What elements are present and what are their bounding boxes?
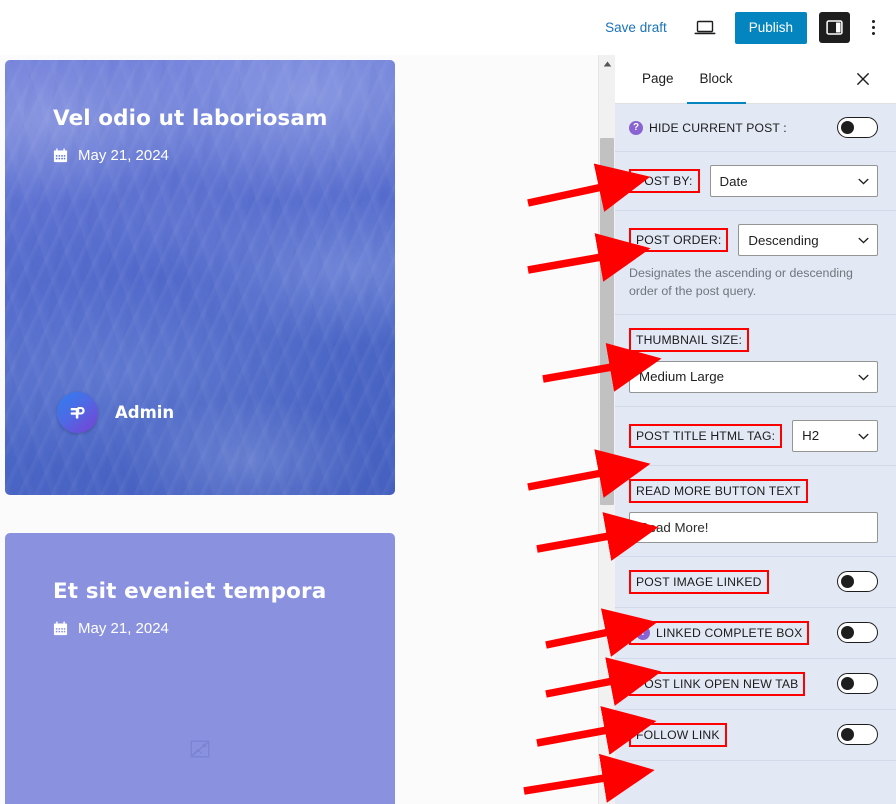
post-order-help-text: Designates the ascending or descending o… bbox=[629, 266, 853, 298]
setting-label: HIDE CURRENT POST : bbox=[649, 120, 787, 135]
setting-label: READ MORE BUTTON TEXT bbox=[636, 483, 801, 498]
block-settings-panel: Page Block ? HIDE CURRENT POST : POST BY… bbox=[615, 55, 896, 804]
calendar-icon bbox=[53, 621, 68, 636]
setting-post-link-open-new-tab: POST LINK OPEN NEW TAB bbox=[615, 659, 896, 710]
setting-label: LINKED COMPLETE BOX bbox=[656, 625, 803, 640]
setting-post-order: POST ORDER: Descending Designates the as… bbox=[615, 211, 896, 315]
post-card-content: Vel odio ut laboriosam May 21, 2024 bbox=[5, 60, 395, 164]
setting-label: POST TITLE HTML TAG: bbox=[636, 428, 776, 443]
editor-screen: Save draft Publish Vel odio ut laboriosa bbox=[0, 0, 896, 804]
post-order-select[interactable]: Descending bbox=[738, 224, 878, 256]
panel-settings-list: ? HIDE CURRENT POST : POST BY: Date POST… bbox=[615, 104, 896, 761]
post-image-linked-label-highlight: POST IMAGE LINKED bbox=[629, 569, 769, 594]
help-question-icon[interactable]: ? bbox=[629, 120, 643, 135]
setting-label: POST ORDER: bbox=[636, 233, 722, 247]
post-image-linked-toggle[interactable] bbox=[837, 571, 878, 593]
linked-complete-box-toggle[interactable] bbox=[837, 622, 878, 644]
post-order-label-highlight: POST ORDER: bbox=[629, 228, 729, 252]
setting-post-title-html-tag: POST TITLE HTML TAG: H2 bbox=[615, 407, 896, 466]
hide-current-post-toggle[interactable] bbox=[837, 117, 878, 138]
setting-read-more-button-text: READ MORE BUTTON TEXT bbox=[615, 466, 896, 557]
profile-press-logo-icon bbox=[57, 392, 98, 433]
post-author: Admin bbox=[57, 392, 174, 433]
post-by-select[interactable]: Date bbox=[709, 165, 878, 197]
scrollbar-thumb[interactable] bbox=[600, 138, 614, 505]
broken-image-icon bbox=[189, 738, 211, 765]
post-by-label-highlight: POST BY: bbox=[629, 169, 700, 193]
thumbnail-size-label-highlight: THUMBNAIL SIZE: bbox=[629, 327, 750, 352]
save-draft-button[interactable]: Save draft bbox=[605, 20, 667, 35]
follow-link-label-highlight: FOLLOW LINK bbox=[629, 722, 727, 747]
post-date: May 21, 2024 bbox=[53, 620, 395, 637]
setting-thumbnail-size: THUMBNAIL SIZE: Medium Large bbox=[615, 315, 896, 407]
post-author-name: Admin bbox=[115, 403, 175, 422]
setting-label: POST BY: bbox=[636, 174, 693, 188]
panel-tab-bar: Page Block bbox=[615, 55, 896, 104]
post-title-html-tag-select-wrap: H2 bbox=[792, 419, 878, 452]
post-card-content: Et sit eveniet tempora May 21, 2024 bbox=[5, 533, 395, 637]
post-link-open-new-tab-label-highlight: POST LINK OPEN NEW TAB bbox=[629, 671, 806, 696]
setting-label: POST LINK OPEN NEW TAB bbox=[636, 676, 799, 691]
settings-sidebar-icon[interactable] bbox=[819, 12, 850, 43]
editor-top-bar: Save draft Publish bbox=[0, 0, 896, 55]
setting-label: POST IMAGE LINKED bbox=[636, 574, 762, 589]
calendar-icon bbox=[53, 148, 68, 163]
post-title[interactable]: Et sit eveniet tempora bbox=[53, 579, 395, 604]
post-order-select-wrap: Descending bbox=[738, 224, 878, 256]
post-by-select-wrap: Date bbox=[709, 165, 878, 197]
post-date-text: May 21, 2024 bbox=[78, 147, 169, 164]
setting-label: FOLLOW LINK bbox=[636, 727, 720, 742]
publish-button[interactable]: Publish bbox=[734, 11, 807, 44]
post-date-text: May 21, 2024 bbox=[78, 620, 169, 637]
setting-hide-current-post: ? HIDE CURRENT POST : bbox=[615, 104, 896, 152]
linked-complete-box-label-highlight: ? LINKED COMPLETE BOX bbox=[629, 620, 810, 645]
follow-link-toggle[interactable] bbox=[837, 724, 878, 746]
read-more-button-text-input[interactable] bbox=[629, 511, 878, 543]
editor-canvas: Vel odio ut laboriosam May 21, 2024 Admi… bbox=[0, 55, 598, 804]
setting-linked-complete-box: ? LINKED COMPLETE BOX bbox=[615, 608, 896, 659]
hide-current-post-label-group: ? HIDE CURRENT POST : bbox=[629, 120, 787, 135]
laptop-preview-icon[interactable] bbox=[689, 12, 721, 44]
post-card-featured[interactable]: Vel odio ut laboriosam May 21, 2024 Admi… bbox=[5, 60, 395, 495]
post-title[interactable]: Vel odio ut laboriosam bbox=[53, 106, 395, 131]
post-title-html-tag-label-highlight: POST TITLE HTML TAG: bbox=[629, 423, 783, 448]
post-date: May 21, 2024 bbox=[53, 147, 395, 164]
help-question-icon[interactable]: ? bbox=[636, 625, 650, 640]
scroll-up-arrow-icon[interactable] bbox=[599, 55, 615, 72]
post-card-no-image[interactable]: Et sit eveniet tempora May 21, 2024 bbox=[5, 533, 395, 804]
thumbnail-size-select-wrap: Medium Large bbox=[629, 360, 878, 393]
post-link-open-new-tab-toggle[interactable] bbox=[837, 673, 878, 695]
close-icon[interactable] bbox=[846, 55, 880, 103]
setting-follow-link: FOLLOW LINK bbox=[615, 710, 896, 761]
read-more-button-text-label-highlight: READ MORE BUTTON TEXT bbox=[629, 478, 808, 503]
thumbnail-size-select[interactable]: Medium Large bbox=[629, 360, 878, 393]
setting-label: THUMBNAIL SIZE: bbox=[636, 332, 743, 347]
setting-post-image-linked: POST IMAGE LINKED bbox=[615, 557, 896, 608]
setting-post-by: POST BY: Date bbox=[615, 152, 896, 211]
canvas-scrollbar[interactable] bbox=[598, 55, 615, 804]
kebab-menu-icon[interactable] bbox=[860, 12, 886, 44]
tab-page[interactable]: Page bbox=[629, 55, 687, 104]
tab-block[interactable]: Block bbox=[686, 55, 746, 104]
post-title-html-tag-select[interactable]: H2 bbox=[792, 419, 878, 452]
